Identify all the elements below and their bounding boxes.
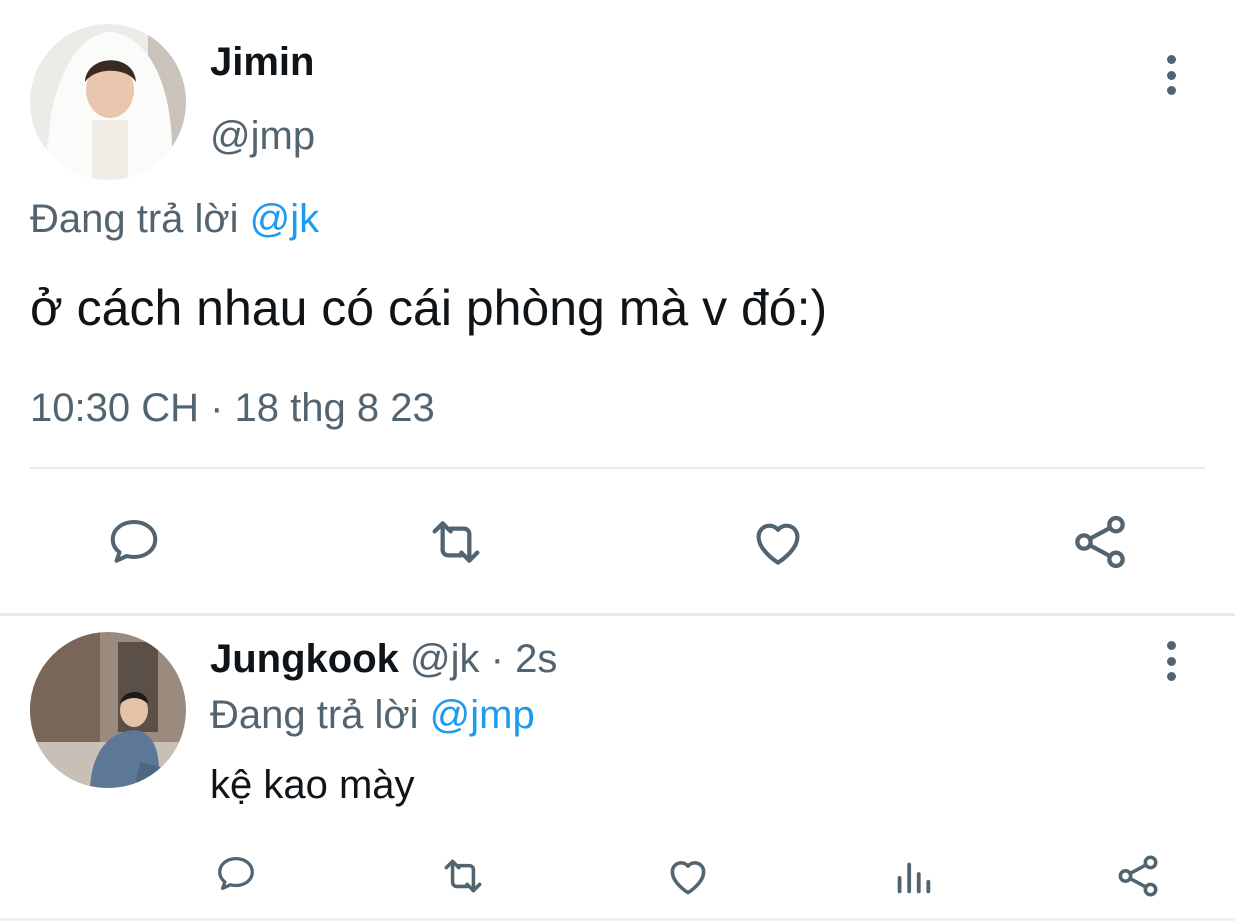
tweet-timestamp[interactable]: 10:30 CH · 18 thg 8 23 bbox=[30, 384, 435, 432]
reply-share-icon[interactable] bbox=[1112, 850, 1164, 902]
avatar-jungkook[interactable] bbox=[30, 632, 186, 788]
divider bbox=[30, 467, 1205, 469]
replying-to-label: Đang trả lời bbox=[30, 197, 239, 241]
reply-reply-icon[interactable] bbox=[212, 850, 260, 898]
reply-user-handle[interactable]: @jk bbox=[410, 637, 480, 681]
replying-to-handle[interactable]: @jk bbox=[250, 197, 320, 241]
reply-header: Jungkook @jk · 2s bbox=[210, 634, 557, 684]
avatar-jimin[interactable] bbox=[30, 24, 186, 180]
like-icon[interactable] bbox=[746, 510, 810, 574]
reply-retweet-icon[interactable] bbox=[437, 850, 489, 902]
display-name[interactable]: Jimin bbox=[210, 38, 314, 86]
reply-replying-to-label: Đang trả lời bbox=[210, 693, 419, 737]
bottom-divider bbox=[0, 918, 1235, 921]
user-handle[interactable]: @jmp bbox=[210, 112, 315, 160]
reply-replying-to-handle[interactable]: @jmp bbox=[430, 693, 535, 737]
reply-more-options-icon[interactable] bbox=[1161, 641, 1181, 681]
reply-time-ago[interactable]: · 2s bbox=[491, 637, 558, 681]
tweet-text: ở cách nhau có cái phòng mà v đó:) bbox=[30, 280, 828, 336]
views-icon[interactable] bbox=[887, 850, 939, 902]
reply-text: kệ kao mày bbox=[210, 763, 415, 807]
reply-icon[interactable] bbox=[102, 510, 166, 574]
retweet-icon[interactable] bbox=[424, 510, 488, 574]
reply-display-name[interactable]: Jungkook bbox=[210, 637, 399, 681]
share-icon[interactable] bbox=[1068, 510, 1132, 574]
tweet-separator bbox=[0, 613, 1235, 616]
replying-to: Đang trả lời @jk bbox=[30, 195, 319, 243]
reply-replying-to: Đang trả lời @jmp bbox=[210, 690, 535, 740]
reply-like-icon[interactable] bbox=[662, 850, 714, 902]
more-options-icon[interactable] bbox=[1161, 55, 1181, 95]
